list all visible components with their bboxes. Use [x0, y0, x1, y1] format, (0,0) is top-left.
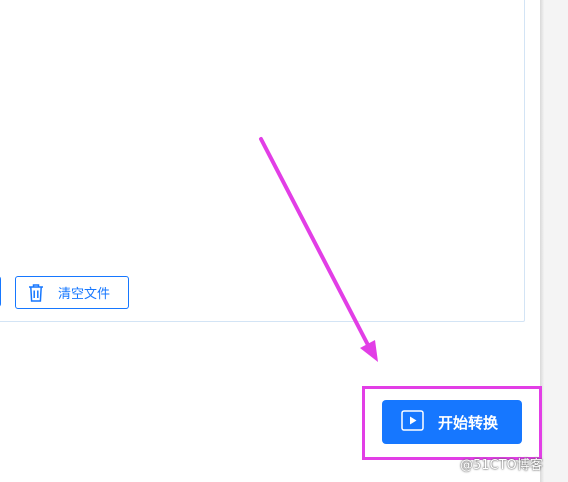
- annotation-arrow: [259, 137, 378, 362]
- watermark-text: @51CTO博客: [460, 458, 543, 473]
